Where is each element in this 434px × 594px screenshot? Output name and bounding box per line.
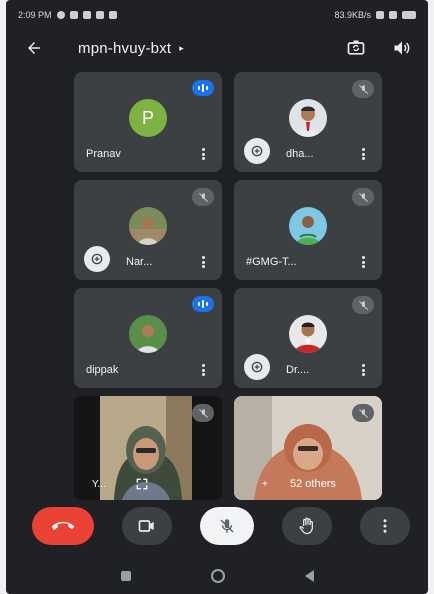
mic-off-icon — [192, 404, 214, 422]
network-speed: 83.9KB/s — [334, 10, 371, 20]
participant-name: Y... — [92, 479, 106, 490]
video-tile[interactable]: Y... — [74, 396, 222, 500]
present-screen-icon — [244, 138, 270, 164]
mic-off-icon — [220, 519, 234, 533]
mic-off-icon — [352, 80, 374, 98]
raise-hand-icon — [299, 517, 313, 535]
notification-icon — [69, 11, 78, 19]
back-button[interactable] — [20, 34, 48, 62]
end-call-button[interactable] — [32, 507, 94, 545]
avatar-letter: P — [141, 107, 154, 128]
arrow-back-icon — [28, 42, 40, 54]
notification-icon — [108, 11, 117, 19]
more-vert-icon[interactable] — [358, 362, 368, 378]
wifi-icon — [389, 11, 397, 19]
others-count: 52 others — [290, 478, 336, 490]
avatar: P — [129, 99, 167, 137]
more-vert-icon[interactable] — [358, 254, 368, 270]
meeting-header: mpn-hvuy-bxt ▸ — [6, 30, 428, 66]
status-left: 2:09 PM — [18, 10, 117, 20]
participant-name: Dr.... — [286, 364, 310, 376]
participant-tile[interactable]: Nar... — [74, 180, 222, 280]
mic-off-icon — [192, 188, 214, 206]
more-vert-icon — [383, 519, 387, 533]
chevron-right-icon[interactable]: ▸ — [179, 43, 184, 54]
participant-name: Pranav — [86, 148, 121, 160]
more-vert-icon[interactable] — [358, 146, 368, 162]
signal-icon — [376, 11, 384, 19]
notification-icon — [82, 11, 91, 19]
present-screen-icon — [244, 354, 270, 380]
mic-off-icon — [352, 188, 374, 206]
home-icon[interactable] — [210, 569, 225, 583]
switch-camera-button[interactable] — [344, 36, 368, 60]
speaking-indicator-icon — [192, 296, 214, 312]
avatar — [289, 207, 327, 245]
system-nav-bar — [6, 558, 428, 594]
avatar — [289, 99, 327, 137]
avatar — [129, 207, 167, 245]
participant-tile[interactable]: Dr.... — [234, 288, 382, 388]
raise-hand-button[interactable] — [282, 507, 332, 545]
more-vert-icon[interactable] — [198, 254, 208, 270]
participant-grid: P Pranav dha... Nar... #GMG-T... dippak … — [74, 72, 382, 500]
battery-icon — [402, 11, 416, 19]
phone-screen: 2:09 PM 83.9KB/s mpn-hvuy-bxt ▸ P Pranav… — [6, 0, 428, 594]
participant-name: dippak — [86, 364, 119, 376]
video-tile-others[interactable]: + 52 others — [234, 396, 382, 500]
status-bar: 2:09 PM 83.9KB/s — [6, 0, 428, 30]
participant-name: dha... — [286, 148, 314, 160]
fullscreen-icon[interactable] — [134, 476, 150, 492]
participant-tile[interactable]: P Pranav — [74, 72, 222, 172]
mic-off-icon — [352, 296, 374, 314]
camera-toggle-button[interactable] — [122, 507, 172, 545]
switch-camera-icon — [347, 40, 365, 55]
call-controls — [6, 506, 428, 546]
participant-name: #GMG-T... — [246, 256, 297, 268]
status-time: 2:09 PM — [18, 10, 52, 20]
participant-tile[interactable]: #GMG-T... — [234, 180, 382, 280]
mic-off-icon — [352, 404, 374, 422]
recents-icon[interactable] — [120, 571, 131, 581]
avatar — [129, 315, 167, 353]
videocam-icon — [138, 520, 154, 532]
participant-tile[interactable]: dippak — [74, 288, 222, 388]
present-screen-icon — [84, 246, 110, 272]
mic-toggle-button[interactable] — [200, 507, 254, 545]
speaking-indicator-icon — [192, 80, 214, 96]
avatar — [289, 315, 327, 353]
more-vert-icon[interactable] — [198, 146, 208, 162]
meeting-code[interactable]: mpn-hvuy-bxt — [78, 40, 171, 57]
more-vert-icon[interactable] — [198, 362, 208, 378]
audio-output-button[interactable] — [390, 36, 414, 60]
header-actions — [344, 36, 414, 60]
participant-name: Nar... — [126, 256, 153, 268]
notification-icon — [95, 11, 104, 19]
more-options-button[interactable] — [360, 507, 410, 545]
others-prefix: + — [262, 479, 268, 490]
participant-tile[interactable]: dha... — [234, 72, 382, 172]
status-right: 83.9KB/s — [334, 10, 416, 20]
back-icon[interactable] — [304, 570, 314, 582]
volume-up-icon — [394, 41, 410, 55]
notification-icon — [56, 11, 65, 19]
call-end-icon — [52, 521, 74, 530]
